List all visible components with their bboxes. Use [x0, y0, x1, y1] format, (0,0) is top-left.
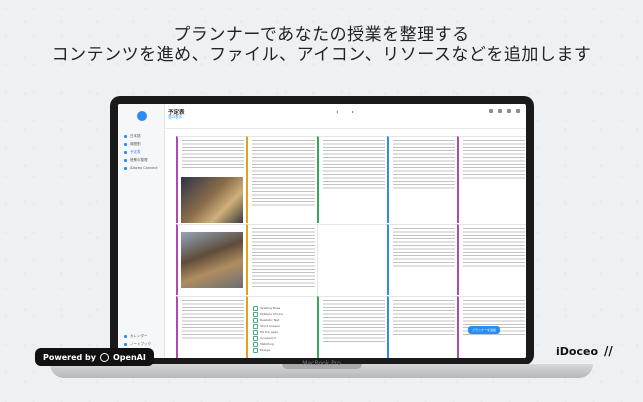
lesson-cell[interactable]: [246, 136, 318, 223]
week-navigation: ◂ ▸: [336, 109, 354, 114]
lesson-cell[interactable]: [387, 136, 458, 223]
next-week-icon[interactable]: ▸: [352, 109, 354, 114]
checkbox-icon: [253, 341, 258, 347]
openai-logo-icon: [100, 352, 109, 362]
sidebar-item-planner[interactable]: 予定表: [124, 150, 141, 155]
sidebar-item-lesson-organizer[interactable]: 授業の整理: [124, 158, 148, 163]
sidebar-item-japanese[interactable]: 日本語: [124, 134, 141, 139]
checkbox-icon: [253, 329, 258, 335]
book-icon: [124, 135, 127, 138]
folder-icon: [124, 159, 127, 162]
settings-icon[interactable]: [507, 109, 511, 113]
lesson-cell[interactable]: [176, 296, 247, 358]
brand-mark-icon: //: [604, 344, 613, 358]
lesson-image: [181, 177, 243, 223]
link-icon: [124, 166, 127, 170]
laptop-lid: 日本語 時間割 予定表 授業の整理 iDoceo Connect カレンダー ノ…: [110, 96, 534, 365]
sidebar-item-timetable[interactable]: 時間割: [124, 142, 141, 147]
checkbox-icon: [253, 323, 258, 329]
lesson-cell[interactable]: [457, 136, 526, 223]
lesson-image: [181, 232, 243, 288]
page-subtitle[interactable]: 週の表示: [168, 115, 182, 120]
checklist-cell[interactable]: Spelling Bees Multiple Choice Realistic …: [246, 296, 318, 358]
checklist-item[interactable]: Essays: [253, 347, 283, 353]
brand-logo: iDoceo //: [556, 344, 613, 358]
grid-icon[interactable]: [498, 109, 502, 113]
lesson-cell[interactable]: [176, 136, 247, 223]
app-logo-icon[interactable]: [137, 111, 147, 121]
lesson-cell[interactable]: [317, 224, 387, 295]
toolbar-icons: [489, 109, 520, 113]
lesson-cell[interactable]: [317, 296, 388, 358]
lesson-cell[interactable]: [176, 224, 247, 295]
checkbox-icon: [253, 335, 258, 341]
checkbox-icon: [253, 317, 258, 323]
app-screen: 日本語 時間割 予定表 授業の整理 iDoceo Connect カレンダー ノ…: [118, 104, 526, 358]
headline-line2: コンテンツを進め、ファイル、アイコン、リソースなどを追加します: [51, 45, 592, 65]
planner-grid: Spelling Bees Multiple Choice Realistic …: [176, 128, 526, 358]
clock-icon: [124, 143, 127, 146]
sidebar-item-calendar[interactable]: カレンダー: [124, 334, 148, 339]
lesson-cell[interactable]: [387, 224, 458, 295]
share-icon[interactable]: [516, 109, 520, 113]
checkbox-icon: [253, 347, 258, 353]
search-icon[interactable]: [489, 109, 493, 113]
prev-week-icon[interactable]: ◂: [336, 109, 338, 114]
lesson-cell[interactable]: [387, 296, 458, 358]
calendar-icon: [124, 335, 127, 338]
lesson-cell[interactable]: [246, 224, 318, 295]
checkbox-icon: [253, 305, 258, 311]
lesson-cell[interactable]: [457, 224, 526, 295]
checklist: Spelling Bees Multiple Choice Realistic …: [253, 305, 283, 353]
powered-by-openai-badge: Powered by OpenAI: [35, 348, 154, 366]
sidebar-item-notebook[interactable]: ノートブック: [124, 342, 151, 347]
add-planner-button[interactable]: プランナーを追加: [468, 326, 500, 334]
lesson-cell[interactable]: [317, 136, 388, 223]
sidebar: 日本語 時間割 予定表 授業の整理 iDoceo Connect カレンダー ノ…: [118, 104, 165, 358]
toolbar: 予定表 週の表示 ◂ ▸: [164, 104, 526, 129]
notebook-icon: [124, 343, 127, 346]
calendar-icon: [124, 151, 127, 154]
sidebar-item-connect[interactable]: iDoceo Connect: [124, 166, 158, 170]
checkbox-icon: [253, 311, 258, 317]
